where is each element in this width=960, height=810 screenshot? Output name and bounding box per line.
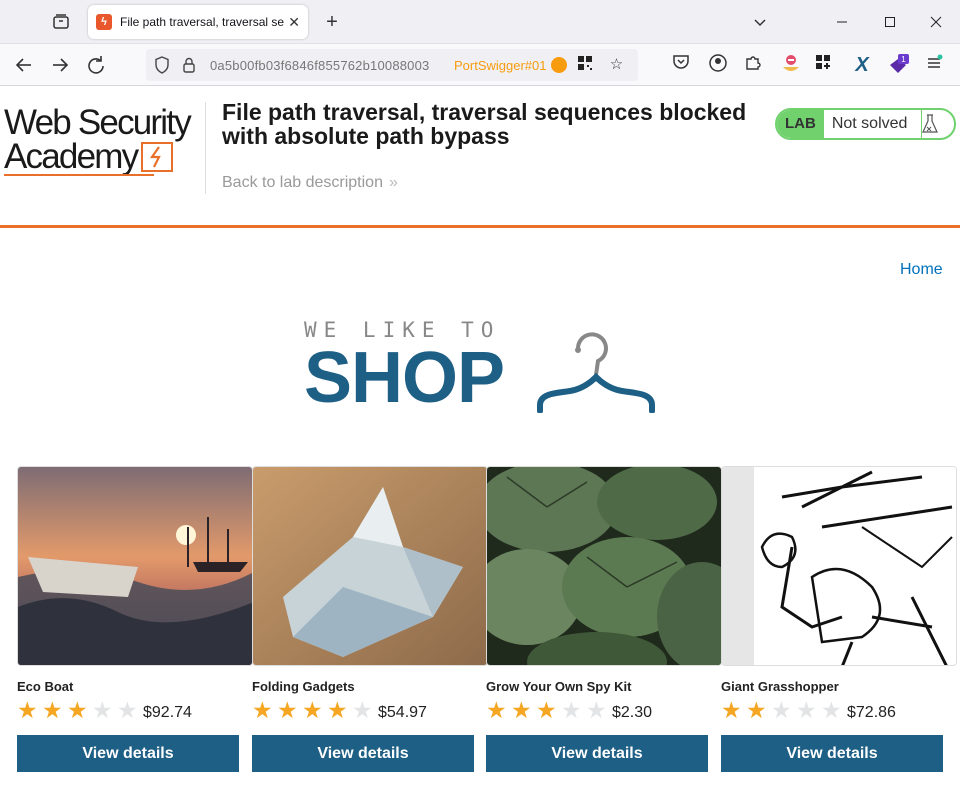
container-label[interactable]: PortSwigger#01 [454, 58, 547, 73]
back-to-lab-description-link[interactable]: Back to lab description » [222, 174, 398, 192]
star-filled-icon: ★ [511, 697, 532, 723]
app-menu-icon[interactable] [924, 53, 948, 77]
star-filled-icon: ★ [721, 697, 742, 723]
product-grid: Eco Boat ★ ★ ★ ★ ★ $92.74 View details F… [17, 466, 960, 786]
lab-header: Web Security Academy File path traversal… [0, 86, 960, 228]
we-like-to-shop-logo: WE LIKE TO SHOP [304, 318, 664, 418]
tracking-protection-shield-icon[interactable] [154, 56, 172, 74]
product-rating: ★ ★ ★ ★ ★ [721, 698, 846, 722]
eco-boat-image [17, 466, 253, 666]
pocket-icon[interactable] [672, 53, 696, 77]
list-all-tabs-icon[interactable] [748, 10, 772, 34]
star-filled-icon: ★ [42, 697, 63, 723]
product-name: Grow Your Own Spy Kit [486, 679, 632, 694]
star-filled-icon: ★ [17, 697, 38, 723]
tab-overview-icon[interactable] [48, 10, 74, 34]
back-link-label: Back to lab description [222, 174, 383, 191]
url-text: 0a5b00fb03f6846f855762b10088003 [210, 57, 430, 73]
product-price: $2.30 [612, 704, 653, 721]
header-divider [205, 102, 206, 194]
logo-line-2: Academy [4, 137, 139, 176]
home-link[interactable]: Home [900, 261, 943, 279]
x-extension-icon[interactable]: X [850, 53, 874, 77]
logo-underline [4, 174, 154, 176]
view-details-button[interactable]: View details [252, 735, 474, 772]
product-card: Eco Boat ★ ★ ★ ★ ★ $92.74 View details [17, 466, 253, 786]
product-rating: ★ ★ ★ ★ ★ [17, 698, 142, 722]
star-empty-icon: ★ [586, 697, 607, 723]
star-filled-icon: ★ [302, 697, 323, 723]
lab-status-text: Not solved [824, 110, 923, 138]
tab-bar: ϟ File path traversal, traversal sequenc… [0, 0, 960, 44]
bookmark-star-icon[interactable]: ☆ [607, 55, 627, 75]
back-arrow-icon[interactable] [12, 53, 36, 77]
maximize-icon[interactable] [878, 10, 902, 34]
star-empty-icon: ★ [92, 697, 113, 723]
folding-gadgets-image [252, 466, 488, 666]
star-empty-icon: ★ [821, 697, 842, 723]
hanger-icon [537, 332, 655, 413]
forward-arrow-icon[interactable] [48, 53, 72, 77]
star-filled-icon: ★ [486, 697, 507, 723]
hackbar-extension-icon[interactable] [780, 53, 804, 77]
flask-icon [922, 114, 954, 134]
reload-icon[interactable] [84, 53, 108, 77]
star-filled-icon: ★ [746, 697, 767, 723]
double-chevron-right-icon: » [388, 174, 398, 191]
star-empty-icon: ★ [561, 697, 582, 723]
tab-title: File path traversal, traversal sequences… [120, 15, 285, 29]
account-icon[interactable] [708, 53, 732, 77]
active-tab[interactable]: ϟ File path traversal, traversal sequenc… [88, 5, 308, 39]
lab-status-widget: LAB Not solved [775, 108, 957, 140]
view-details-button[interactable]: View details [721, 735, 943, 772]
navigation-toolbar: 0a5b00fb03f6846f855762b10088003 PortSwig… [0, 44, 960, 86]
logo-line-1: Web Security [4, 103, 192, 142]
tab-close-icon[interactable]: ✕ [288, 14, 300, 31]
logo-line-2-row: Academy [4, 137, 202, 176]
product-rating: ★ ★ ★ ★ ★ [486, 698, 611, 722]
star-filled-icon: ★ [277, 697, 298, 723]
product-price: $54.97 [378, 704, 427, 721]
giant-grasshopper-image [721, 466, 957, 666]
view-details-button[interactable]: View details [17, 735, 239, 772]
star-filled-icon: ★ [536, 697, 557, 723]
close-window-icon[interactable] [924, 10, 948, 34]
product-name: Eco Boat [17, 679, 74, 694]
view-details-button[interactable]: View details [486, 735, 708, 772]
extension-badge-count: 1 [901, 55, 906, 64]
portswigger-favicon-icon: ϟ [96, 14, 112, 30]
star-empty-icon: ★ [352, 697, 373, 723]
page-content: Web Security Academy File path traversal… [0, 86, 960, 810]
address-bar[interactable]: 0a5b00fb03f6846f855762b10088003 PortSwig… [146, 49, 638, 81]
product-card: Grow Your Own Spy Kit ★ ★ ★ ★ ★ $2.30 Vi… [486, 466, 722, 786]
star-filled-icon: ★ [327, 697, 348, 723]
lab-title: File path traversal, traversal sequences… [222, 99, 747, 149]
container-color-dot [550, 57, 567, 73]
new-tab-icon[interactable]: + [320, 10, 344, 34]
web-security-academy-logo[interactable]: Web Security Academy [4, 103, 202, 176]
qr-code-icon[interactable] [577, 55, 597, 75]
star-empty-icon: ★ [771, 697, 792, 723]
star-filled-icon: ★ [67, 697, 88, 723]
padlock-icon[interactable] [182, 56, 200, 74]
lab-badge: LAB [777, 110, 824, 138]
extensions-puzzle-icon[interactable] [744, 53, 768, 77]
product-price: $72.86 [847, 704, 896, 721]
star-filled-icon: ★ [252, 697, 273, 723]
product-card: Folding Gadgets ★ ★ ★ ★ ★ $54.97 View de… [252, 466, 488, 786]
minimize-icon[interactable] [830, 10, 854, 34]
product-card: Giant Grasshopper ★ ★ ★ ★ ★ $72.86 View … [721, 466, 957, 786]
product-name: Giant Grasshopper [721, 679, 839, 694]
product-rating: ★ ★ ★ ★ ★ [252, 698, 377, 722]
product-name: Folding Gadgets [252, 679, 355, 694]
badged-extension-icon[interactable]: 1 [886, 53, 910, 77]
star-empty-icon: ★ [117, 697, 138, 723]
grid-extension-icon[interactable] [814, 53, 838, 77]
product-price: $92.74 [143, 704, 192, 721]
logo-bolt-icon [141, 142, 174, 172]
grow-your-own-spy-kit-image [486, 466, 722, 666]
star-empty-icon: ★ [796, 697, 817, 723]
